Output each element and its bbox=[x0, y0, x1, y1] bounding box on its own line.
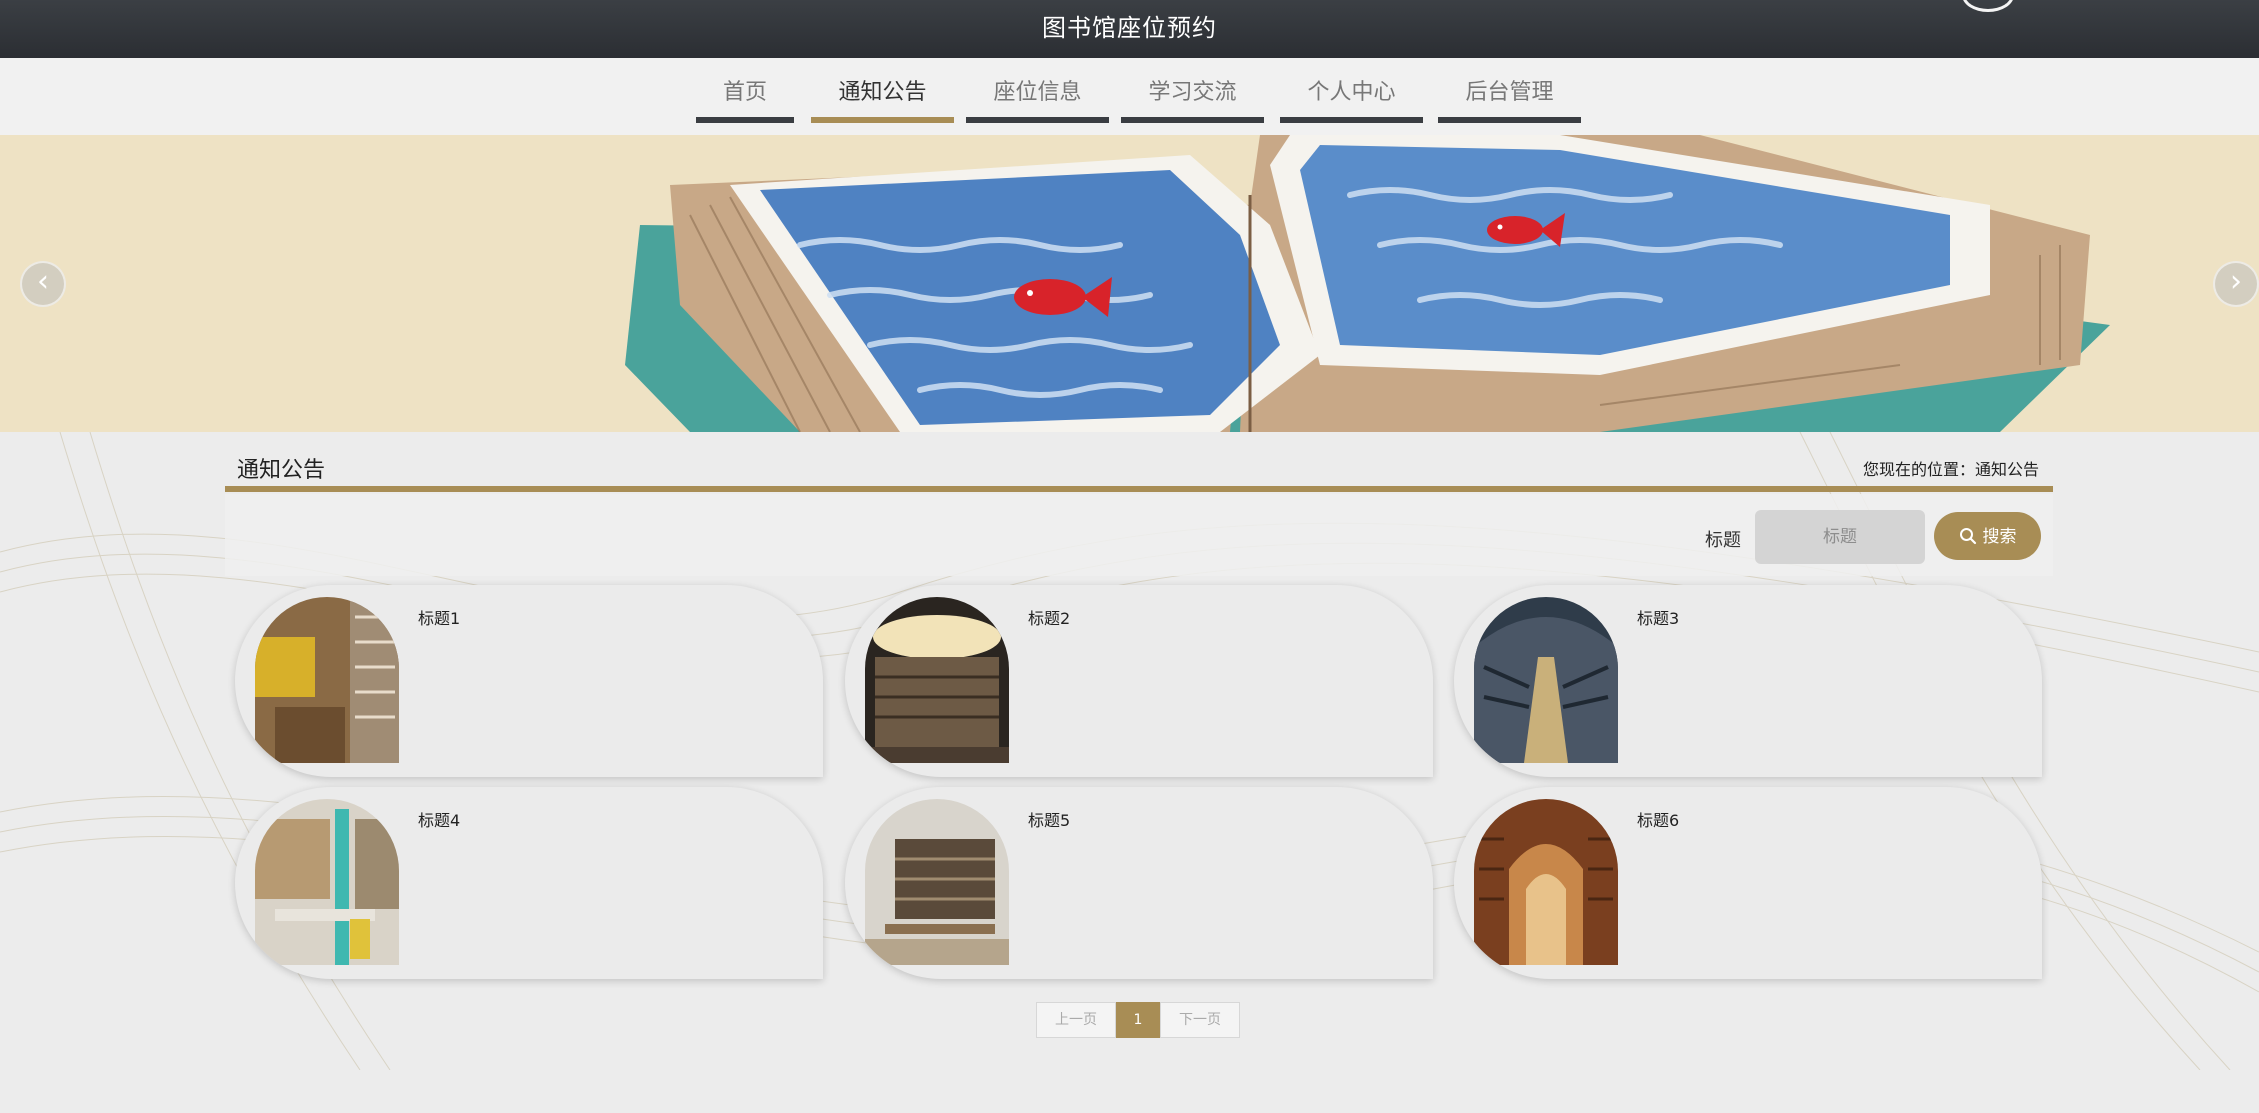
breadcrumb: 您现在的位置：通知公告 bbox=[1862, 460, 2039, 479]
search-button[interactable]: 搜索 bbox=[1934, 512, 2041, 560]
notice-title[interactable]: 标题5 bbox=[1028, 807, 1070, 831]
notice-title[interactable]: 标题6 bbox=[1637, 807, 1679, 831]
notice-thumbnail[interactable] bbox=[255, 799, 399, 965]
title-search-input[interactable] bbox=[1755, 510, 1925, 564]
nav-item-seats[interactable]: 座位信息 bbox=[966, 76, 1109, 123]
notice-title[interactable]: 标题4 bbox=[418, 807, 460, 831]
notice-thumbnail[interactable] bbox=[1474, 597, 1618, 763]
top-bar: 图书馆座位预约 bbox=[0, 0, 2259, 58]
section-header: 通知公告 您现在的位置：通知公告 bbox=[225, 448, 2053, 492]
search-label: 标题 bbox=[1705, 530, 1741, 551]
notice-title[interactable]: 标题3 bbox=[1637, 605, 1679, 629]
notice-title[interactable]: 标题1 bbox=[418, 605, 460, 629]
banner-carousel[interactable]: ‹ › bbox=[0, 135, 2259, 432]
notice-card[interactable]: 标题5 bbox=[845, 787, 1433, 979]
search-button-label: 搜索 bbox=[1982, 527, 2017, 547]
banner-book-illustration bbox=[0, 135, 2259, 432]
section-title: 通知公告 bbox=[237, 458, 326, 483]
main-nav: 首页 通知公告 座位信息 学习交流 个人中心 后台管理 bbox=[0, 58, 2259, 135]
pagination-page-1[interactable]: 1 bbox=[1116, 1002, 1160, 1038]
notice-thumbnail[interactable] bbox=[865, 799, 1009, 965]
notice-card[interactable]: 标题4 bbox=[235, 787, 823, 979]
notice-card[interactable]: 标题1 bbox=[235, 585, 823, 777]
search-icon bbox=[1959, 527, 1977, 550]
notice-thumbnail[interactable] bbox=[865, 597, 1009, 763]
nav-item-home[interactable]: 首页 bbox=[696, 76, 794, 123]
search-bar: 标题 搜索 bbox=[225, 494, 2053, 576]
pagination-next-button[interactable]: 下一页 bbox=[1160, 1002, 1240, 1038]
notice-thumbnail[interactable] bbox=[255, 597, 399, 763]
site-title: 图书馆座位预约 bbox=[1042, 14, 1217, 42]
notice-title[interactable]: 标题2 bbox=[1028, 605, 1070, 629]
nav-item-notices[interactable]: 通知公告 bbox=[811, 76, 954, 123]
notice-thumbnail[interactable] bbox=[1474, 799, 1618, 965]
pagination-prev-button[interactable]: 上一页 bbox=[1036, 1002, 1116, 1038]
nav-item-admin[interactable]: 后台管理 bbox=[1438, 76, 1581, 123]
notice-card[interactable]: 标题2 bbox=[845, 585, 1433, 777]
banner-prev-button[interactable]: ‹ bbox=[20, 261, 66, 307]
page-footer-strip bbox=[0, 1070, 2259, 1113]
nav-item-study-exchange[interactable]: 学习交流 bbox=[1121, 76, 1264, 123]
notice-card[interactable]: 标题3 bbox=[1454, 585, 2042, 777]
nav-item-personal-center[interactable]: 个人中心 bbox=[1280, 76, 1423, 123]
notice-card[interactable]: 标题6 bbox=[1454, 787, 2042, 979]
banner-next-button[interactable]: › bbox=[2213, 261, 2259, 307]
